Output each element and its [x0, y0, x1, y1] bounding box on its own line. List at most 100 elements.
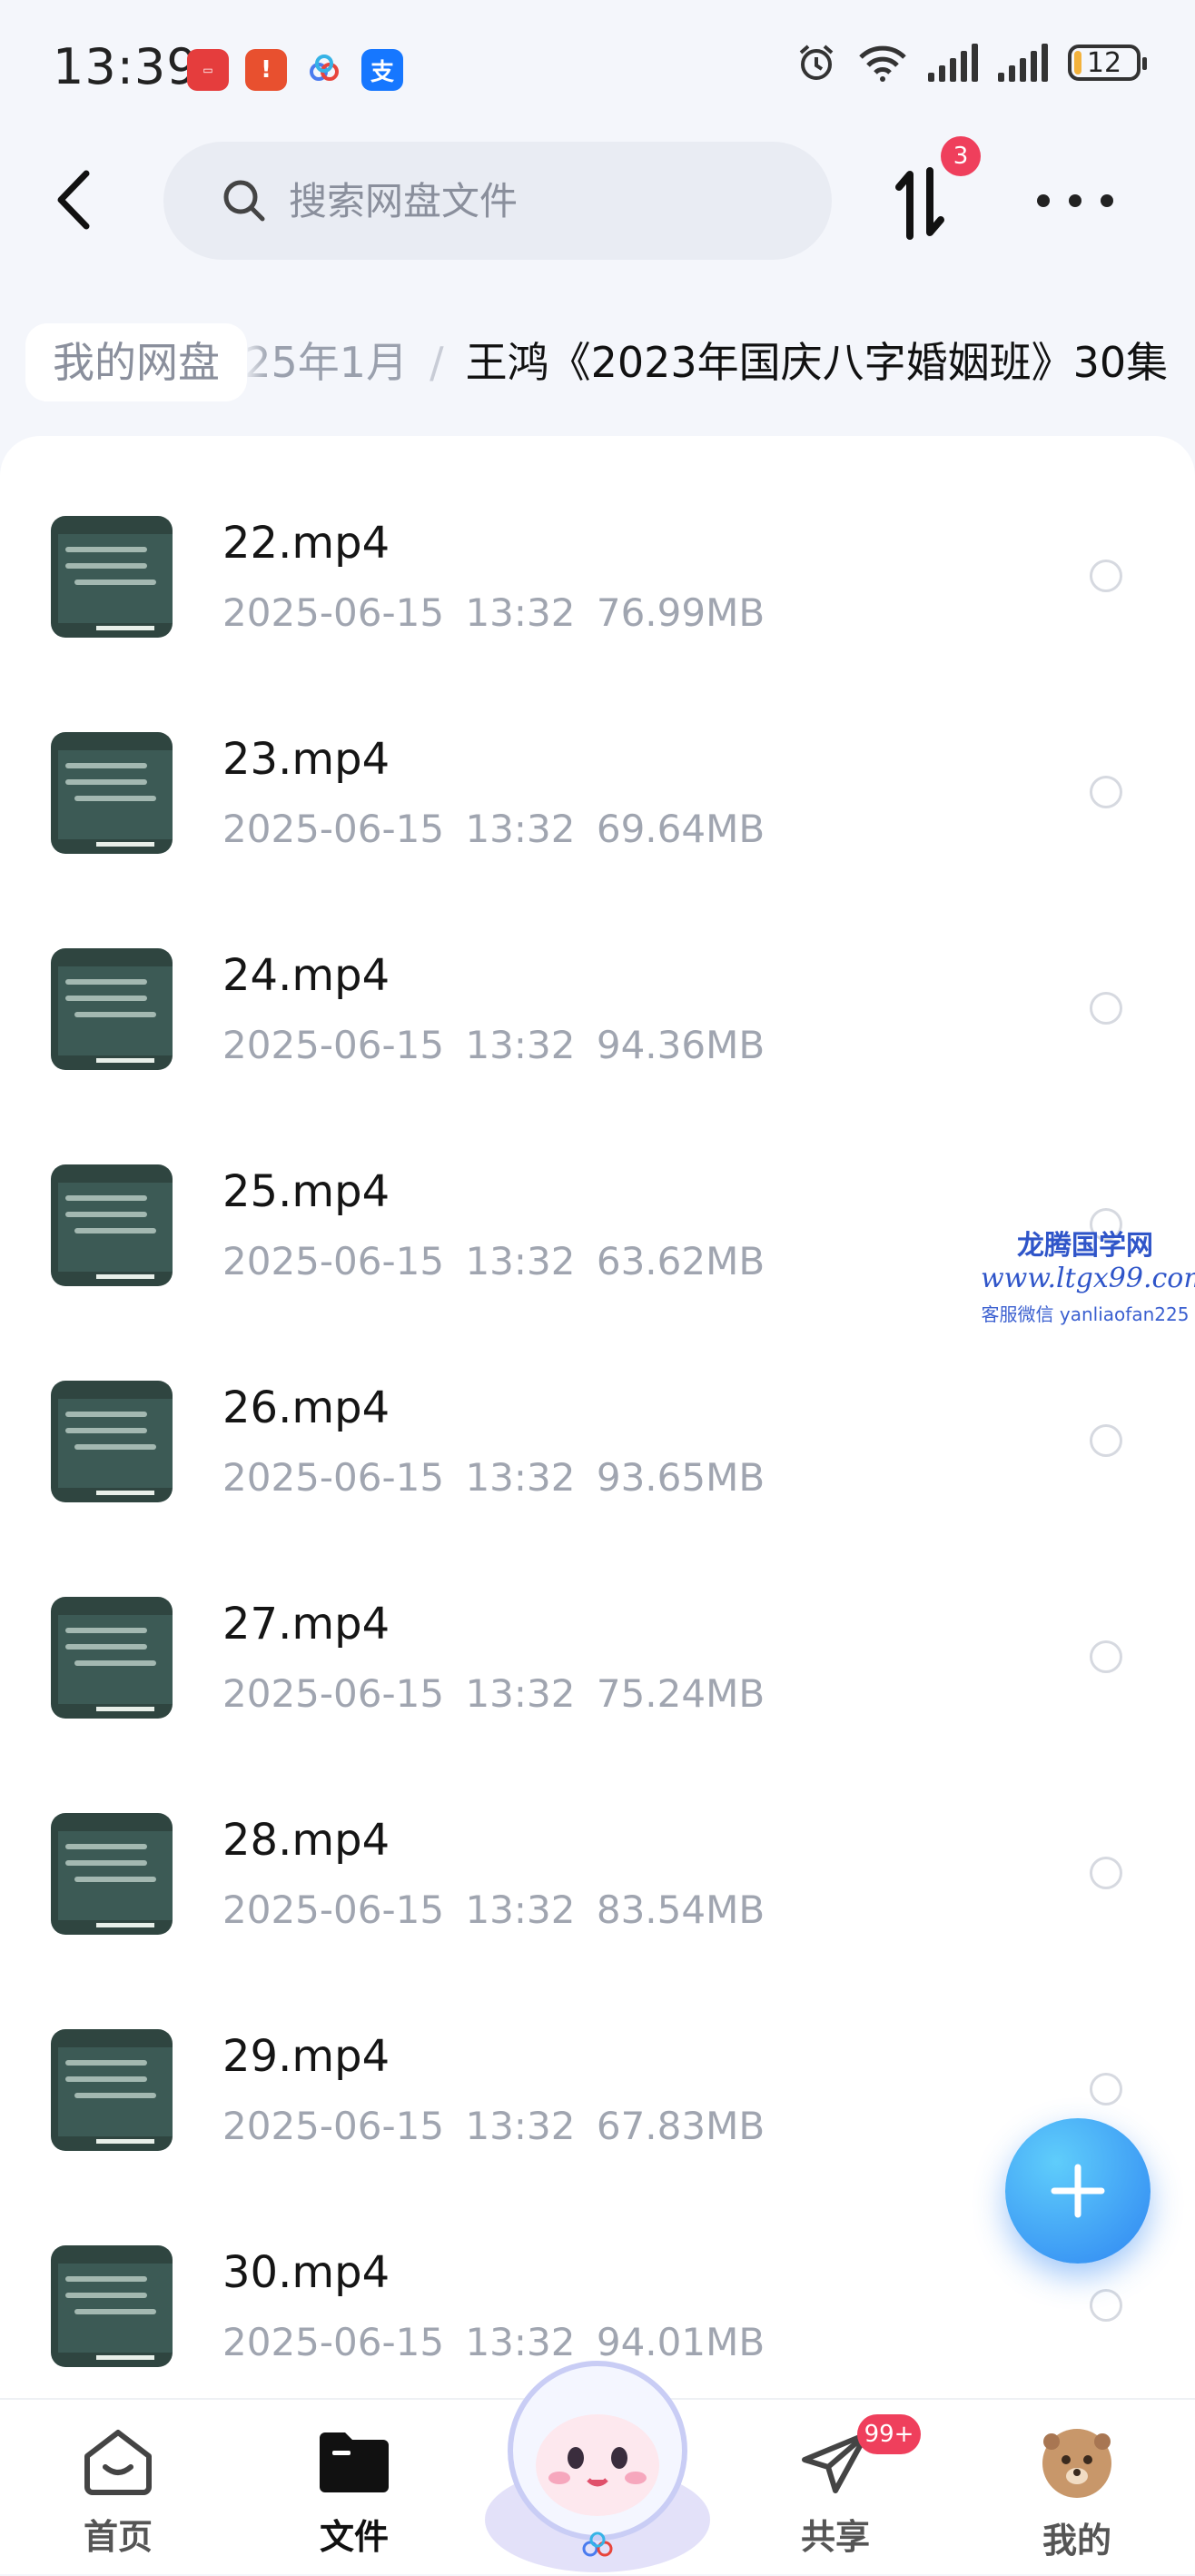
file-name: 29.mp4	[222, 2031, 390, 2082]
file-time: 13:32	[465, 1455, 576, 1500]
file-date: 2025-06-15	[222, 1023, 445, 1067]
file-row[interactable]: 23.mp4 2025-06-15 13:32 69.64MB	[0, 652, 1195, 868]
select-checkbox[interactable]	[1090, 1424, 1122, 1457]
file-list: 22.mp4 2025-06-15 13:32 76.99MB 23.mp4 2025…	[0, 436, 1195, 2398]
signal-2-icon	[998, 44, 1048, 82]
select-checkbox[interactable]	[1090, 2073, 1122, 2105]
select-checkbox[interactable]	[1090, 776, 1122, 808]
file-meta: 2025-06-15 13:32 94.36MB	[222, 1023, 765, 1067]
file-size: 94.36MB	[596, 1023, 765, 1067]
select-checkbox[interactable]	[1090, 992, 1122, 1025]
video-thumbnail	[51, 2029, 173, 2151]
file-date: 2025-06-15	[222, 1671, 445, 1716]
nav-share[interactable]: 共享 99+	[772, 2414, 921, 2559]
file-meta: 2025-06-15 13:32 83.54MB	[222, 1887, 765, 1932]
more-dot-icon	[1037, 194, 1050, 207]
file-row[interactable]: 28.mp4 2025-06-15 13:32 83.54MB	[0, 1733, 1195, 1949]
file-row[interactable]: 29.mp4 2025-06-15 13:32 67.83MB	[0, 1949, 1195, 2165]
nav-files[interactable]: 文件	[291, 2427, 418, 2559]
nav-home[interactable]: 首页	[54, 2427, 182, 2559]
file-size: 75.24MB	[596, 1671, 765, 1716]
more-dot-icon	[1101, 194, 1113, 207]
file-size: 93.65MB	[596, 1455, 765, 1500]
file-date: 2025-06-15	[222, 1887, 445, 1932]
file-time: 13:32	[465, 807, 576, 851]
file-time: 13:32	[465, 1671, 576, 1716]
select-checkbox[interactable]	[1090, 560, 1122, 592]
file-date: 2025-06-15	[222, 590, 445, 635]
share-count-badge: 99+	[857, 2414, 921, 2454]
file-size: 76.99MB	[596, 590, 765, 635]
status-indicators: 12	[795, 42, 1147, 84]
file-meta: 2025-06-15 13:32 93.65MB	[222, 1455, 765, 1500]
file-name: 23.mp4	[222, 734, 390, 785]
file-date: 2025-06-15	[222, 807, 445, 851]
folder-icon	[320, 2432, 389, 2492]
transfer-list-button[interactable]: 3	[890, 136, 981, 242]
file-row[interactable]: 27.mp4 2025-06-15 13:32 75.24MB	[0, 1517, 1195, 1733]
notification-app-icons: ▭ ! 支	[187, 49, 403, 91]
file-name: 22.mp4	[222, 518, 390, 569]
file-row[interactable]: 26.mp4 2025-06-15 13:32 93.65MB	[0, 1301, 1195, 1517]
file-meta: 2025-06-15 13:32 63.62MB	[222, 1239, 765, 1283]
breadcrumb-separator: /	[430, 338, 444, 387]
file-name: 27.mp4	[222, 1599, 390, 1650]
huawei-app-icon: ▭	[187, 49, 229, 91]
breadcrumb: 我的网盘 025年1月 / 王鸿《2023年国庆八字婚姻班》30集	[0, 318, 1195, 409]
nav-mine-label: 我的	[1042, 2521, 1111, 2561]
file-time: 13:32	[465, 2104, 576, 2148]
assistant-mascot-button[interactable]	[481, 2338, 714, 2572]
video-thumbnail	[51, 1381, 173, 1502]
file-date: 2025-06-15	[222, 1455, 445, 1500]
nav-mine[interactable]: 我的	[1013, 2427, 1141, 2562]
select-checkbox[interactable]	[1090, 2289, 1122, 2322]
status-time: 13:39	[53, 38, 199, 95]
video-thumbnail	[51, 948, 173, 1070]
file-time: 13:32	[465, 1887, 576, 1932]
home-icon	[84, 2430, 152, 2495]
signal-1-icon	[928, 44, 978, 82]
file-name: 28.mp4	[222, 1815, 390, 1866]
more-options-button[interactable]	[1037, 178, 1113, 223]
add-button[interactable]	[1005, 2118, 1151, 2264]
chevron-left-icon	[57, 170, 90, 230]
nav-home-label: 首页	[83, 2517, 153, 2557]
file-row[interactable]: 22.mp4 2025-06-15 13:32 76.99MB	[0, 436, 1195, 652]
notes-app-icon: !	[245, 49, 287, 91]
search-input[interactable]	[287, 177, 781, 224]
search-bar[interactable]	[163, 142, 832, 260]
watermark: 龙腾国学网 www.ltgx99.com 客服微信 yanliaofan225	[981, 1223, 1195, 1326]
file-time: 13:32	[465, 1023, 576, 1067]
breadcrumb-root[interactable]: 我的网盘	[25, 323, 247, 401]
file-name: 26.mp4	[222, 1382, 390, 1433]
status-bar: 13:39 ▭ ! 支 12	[0, 0, 1195, 136]
video-thumbnail	[51, 732, 173, 854]
file-time: 13:32	[465, 590, 576, 635]
mascot-icon	[485, 2361, 710, 2572]
alipay-app-icon: 支	[361, 49, 403, 91]
netdisk-app-icon	[303, 49, 345, 91]
file-size: 83.54MB	[596, 1887, 765, 1932]
transfer-arrows-icon	[895, 167, 944, 240]
file-row[interactable]: 24.mp4 2025-06-15 13:32 94.36MB	[0, 868, 1195, 1085]
select-checkbox[interactable]	[1090, 1857, 1122, 1889]
file-name: 25.mp4	[222, 1166, 390, 1217]
select-checkbox[interactable]	[1090, 1640, 1122, 1673]
plus-icon	[1051, 2164, 1105, 2218]
battery-level: 12	[1086, 46, 1122, 79]
nav-files-label: 文件	[319, 2517, 389, 2557]
file-name: 30.mp4	[222, 2247, 390, 2298]
file-date: 2025-06-15	[222, 2320, 445, 2364]
file-size: 67.83MB	[596, 2104, 765, 2148]
file-date: 2025-06-15	[222, 2104, 445, 2148]
nav-share-label: 共享	[800, 2517, 870, 2557]
video-thumbnail	[51, 1597, 173, 1719]
back-button[interactable]	[42, 163, 105, 236]
wifi-icon	[859, 45, 906, 82]
file-meta: 2025-06-15 13:32 69.64MB	[222, 807, 765, 851]
alarm-icon	[799, 45, 834, 80]
search-icon	[223, 180, 265, 222]
file-size: 69.64MB	[596, 807, 765, 851]
file-meta: 2025-06-15 13:32 76.99MB	[222, 590, 765, 635]
file-name: 24.mp4	[222, 950, 390, 1001]
